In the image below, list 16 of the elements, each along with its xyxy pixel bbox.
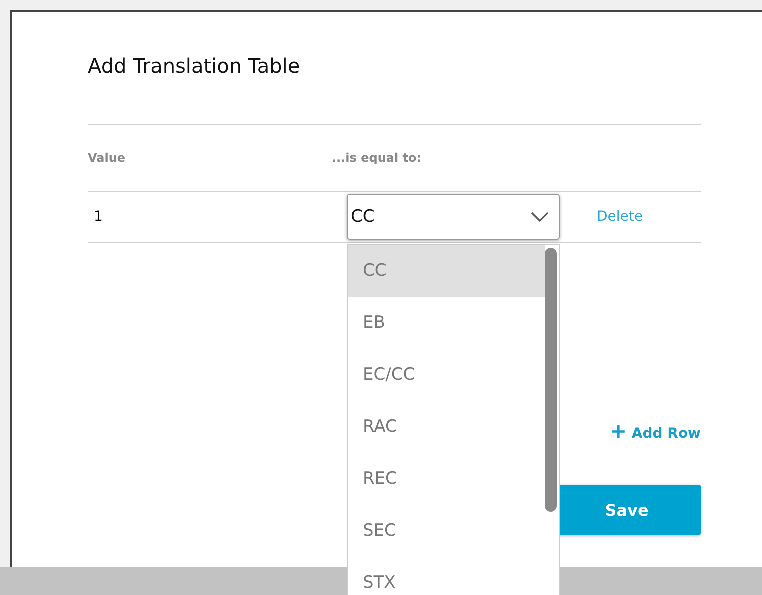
chevron-down-icon	[531, 212, 549, 222]
table-cell-text: 1	[93, 209, 104, 225]
delete-link[interactable]: Delete	[597, 209, 643, 225]
dropdown-option[interactable]: CC	[348, 245, 545, 297]
column-header: ...is equal to:	[332, 151, 422, 165]
dialog-title: Add Translation Table	[88, 54, 302, 80]
dropdown-option[interactable]: STX	[348, 557, 545, 595]
dropdown-option[interactable]: EC/CC	[348, 349, 545, 401]
dropdown-option[interactable]: REC	[348, 453, 545, 505]
add-row-link[interactable]: + Add Row	[610, 419, 701, 443]
dropdown-option[interactable]: SEC	[348, 505, 545, 557]
dropdown-option[interactable]: EB	[348, 297, 545, 349]
dropdown-option[interactable]: RAC	[348, 401, 545, 453]
column-header: Value	[88, 151, 127, 165]
select-dropdown[interactable]: CC	[347, 194, 560, 240]
scrollbar-thumb[interactable]	[545, 248, 557, 512]
